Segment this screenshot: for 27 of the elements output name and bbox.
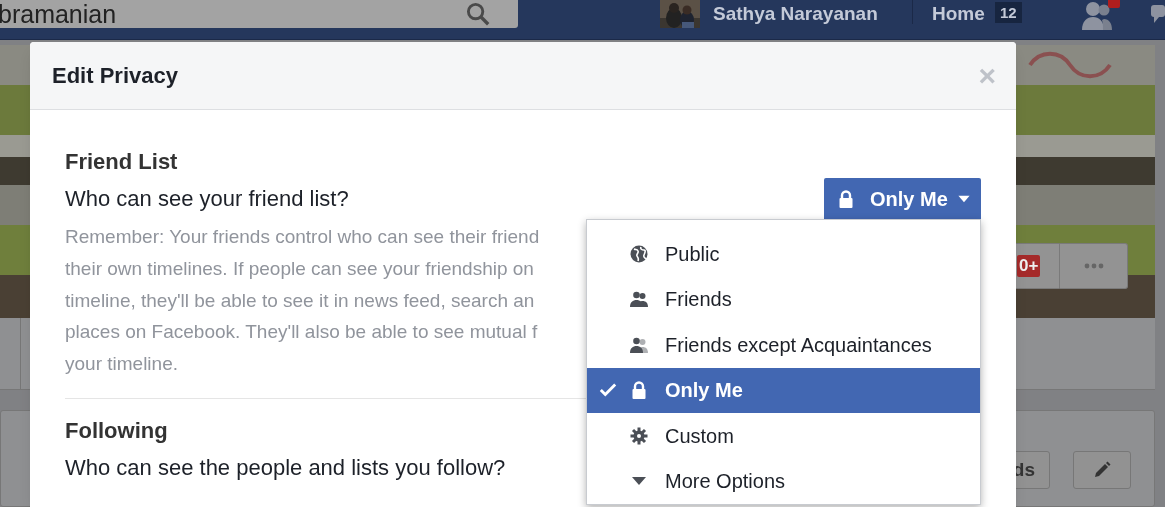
menu-item[interactable]: Friends except Acquaintances bbox=[587, 322, 980, 368]
search-field[interactable]: bramanian bbox=[0, 0, 518, 28]
people-icon bbox=[629, 289, 649, 310]
profile-name-link[interactable]: Sathya Narayanan bbox=[713, 0, 878, 29]
friend-requests-icon bbox=[1080, 0, 1114, 30]
notification-badge bbox=[1108, 0, 1120, 8]
dialog-title: Edit Privacy bbox=[52, 62, 178, 90]
question-text: Who can see your friend list? bbox=[65, 185, 349, 213]
gear-icon bbox=[629, 425, 649, 446]
menu-item[interactable]: More Options bbox=[587, 458, 980, 504]
menu-item[interactable]: Custom bbox=[587, 413, 980, 459]
home-link[interactable]: Home bbox=[932, 0, 985, 29]
globe-icon bbox=[629, 243, 649, 264]
audience-dropdown-button[interactable]: Only Me bbox=[824, 178, 981, 219]
edit-button[interactable] bbox=[1073, 451, 1131, 489]
count-badge: 0+ bbox=[1017, 255, 1041, 277]
section-heading: Following bbox=[65, 417, 168, 445]
menu-item[interactable]: Public bbox=[587, 231, 980, 277]
description-text: Remember: Your friends control who can see their friend their own timelines. If people can see your friendship on timeline, they'll be able to see it in news feed, search an places on Facebook. They'll also be able to see mutual f your timeline. bbox=[65, 225, 540, 377]
section-heading: Friend List bbox=[65, 148, 178, 176]
search-icon bbox=[466, 2, 490, 26]
question-text: Who can see the people and lists you follow? bbox=[65, 454, 506, 482]
more-icon bbox=[1083, 263, 1104, 269]
notification-count: 12 bbox=[995, 2, 1022, 23]
menu-item[interactable]: Only Me bbox=[587, 367, 980, 413]
pencil-icon bbox=[1092, 460, 1112, 480]
menu-item[interactable]: Friends bbox=[587, 276, 980, 322]
